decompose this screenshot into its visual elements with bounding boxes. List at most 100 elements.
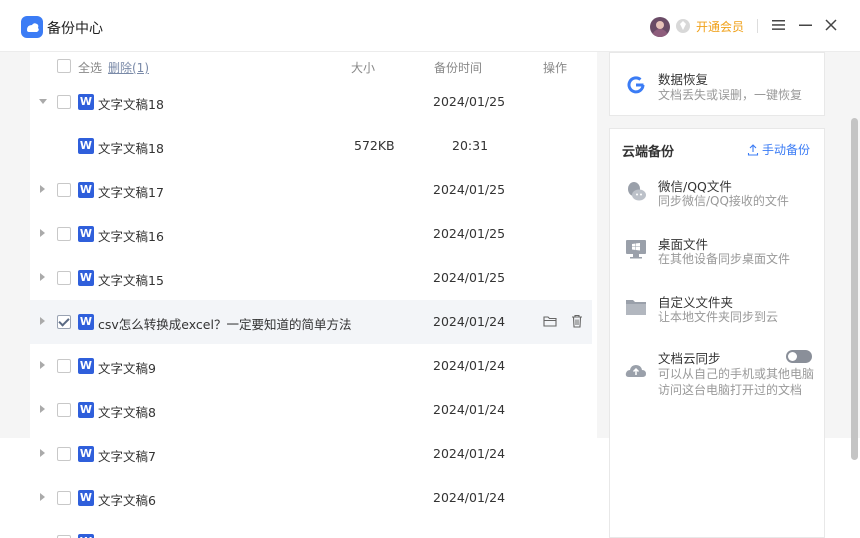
- file-name: 文字文稿15: [98, 273, 164, 288]
- title-bar: 备份中心 开通会员: [0, 0, 860, 52]
- collapse-arrow-icon[interactable]: [39, 99, 47, 104]
- folder-icon: [624, 295, 648, 319]
- file-name: 文字文稿8: [98, 405, 156, 420]
- data-restore-card[interactable]: 数据恢复 文档丢失或误删，一键恢复: [609, 52, 825, 116]
- row-checkbox-checked[interactable]: [57, 315, 71, 329]
- vip-button[interactable]: 开通会员: [696, 18, 744, 35]
- avatar[interactable]: [650, 17, 670, 37]
- file-name: 文字文稿6: [98, 493, 156, 508]
- word-doc-icon: W: [78, 314, 94, 330]
- backup-date: 2024/01/24: [433, 402, 506, 417]
- backup-date: 2024/01/24: [433, 446, 506, 461]
- word-doc-icon: W: [78, 358, 94, 374]
- file-name: 文字文稿16: [98, 229, 164, 244]
- row-checkbox[interactable]: [57, 447, 71, 461]
- backup-time: 20:31: [452, 138, 489, 153]
- word-doc-icon: W: [78, 490, 94, 506]
- table-row[interactable]: W 文字文稿18 572KB 20:31: [30, 124, 592, 168]
- expand-arrow-icon[interactable]: [40, 317, 45, 325]
- backup-date: 2024/01/25: [433, 270, 506, 285]
- doc-cloud-sync-subtitle-line2: 访问这台电脑打开过的文档: [658, 383, 803, 397]
- cloud-backup-title: 云端备份: [622, 145, 675, 160]
- backup-date: 2024/01/25: [433, 226, 506, 241]
- row-checkbox[interactable]: [57, 271, 71, 285]
- time-column-header: 备份时间: [434, 61, 483, 75]
- minimize-icon[interactable]: [797, 16, 815, 34]
- expand-arrow-icon[interactable]: [40, 405, 45, 413]
- select-all-checkbox[interactable]: [57, 59, 71, 73]
- table-row[interactable]: W 文字文稿7 2024/01/24: [30, 432, 592, 476]
- table-row[interactable]: W 文字文稿17 2024/01/25: [30, 168, 592, 212]
- file-name: 文字文稿7: [98, 449, 156, 464]
- word-doc-icon: W: [78, 402, 94, 418]
- open-folder-icon[interactable]: [542, 313, 558, 329]
- backup-date: 2024/01/24: [433, 358, 506, 373]
- cloud-upload-icon: [624, 359, 648, 383]
- manual-backup-label: 手动备份: [762, 143, 811, 157]
- expand-arrow-icon[interactable]: [40, 449, 45, 457]
- size-column-header: 大小: [351, 61, 376, 75]
- word-doc-icon: W: [78, 270, 94, 286]
- backup-date: 2024/01/24: [433, 490, 506, 505]
- manual-backup-button[interactable]: 手动备份: [747, 141, 810, 158]
- backup-file-list: 全选 删除(1) 大小 备份时间 操作 W 文字文稿18 2024/01/25 …: [30, 52, 597, 538]
- list-header: 全选 删除(1) 大小 备份时间 操作: [30, 52, 597, 82]
- app-title: 备份中心: [47, 21, 103, 37]
- word-doc-icon: W: [78, 182, 94, 198]
- expand-arrow-icon[interactable]: [40, 185, 45, 193]
- app-logo-icon: [21, 16, 43, 38]
- doc-cloud-sync-title: 文档云同步: [658, 351, 721, 366]
- cloud-backup-card: 云端备份 手动备份 微信/QQ文件 同步微信/QQ接收的文件 桌面文件 在其他设…: [609, 128, 825, 538]
- expand-arrow-icon[interactable]: [40, 229, 45, 237]
- title-divider: [757, 19, 758, 33]
- file-name: 文字文稿18: [98, 141, 164, 156]
- delete-trash-icon[interactable]: [569, 313, 585, 329]
- table-row[interactable]: W 文字文稿16 2024/01/25: [30, 212, 592, 256]
- table-row-selected[interactable]: W csv怎么转换成excel？一定要知道的简单方法 2024/01/24: [30, 300, 592, 344]
- close-icon[interactable]: [822, 16, 840, 34]
- word-doc-icon: W: [78, 226, 94, 242]
- word-doc-icon: W: [78, 138, 94, 154]
- restore-subtitle: 文档丢失或误删，一键恢复: [658, 88, 803, 102]
- doc-cloud-sync-toggle[interactable]: [786, 350, 812, 363]
- expand-arrow-icon[interactable]: [40, 273, 45, 281]
- file-name: 文字文稿18: [98, 97, 164, 112]
- wechat-qq-subtitle: 同步微信/QQ接收的文件: [658, 194, 789, 208]
- menu-icon[interactable]: [770, 16, 788, 34]
- file-name: csv怎么转换成excel？一定要知道的简单方法: [98, 317, 352, 332]
- desktop-files-subtitle: 在其他设备同步桌面文件: [658, 252, 791, 266]
- row-checkbox[interactable]: [57, 359, 71, 373]
- desktop-icon: [624, 237, 648, 261]
- backup-date: 2024/01/25: [433, 94, 506, 109]
- table-row[interactable]: W 文字文稿6 2024/01/24: [30, 476, 592, 520]
- delete-link[interactable]: 删除(1): [108, 59, 149, 76]
- select-all-label: 全选: [78, 61, 103, 75]
- row-checkbox[interactable]: [57, 491, 71, 505]
- left-margin: [0, 52, 30, 438]
- table-row[interactable]: W: [30, 520, 592, 538]
- upload-icon: [747, 143, 759, 156]
- restore-title: 数据恢复: [658, 72, 709, 87]
- file-name: 文字文稿9: [98, 361, 156, 376]
- scrollbar[interactable]: [851, 118, 858, 460]
- row-checkbox[interactable]: [57, 95, 71, 109]
- word-doc-icon: W: [78, 446, 94, 462]
- custom-folder-subtitle: 让本地文件夹同步到云: [658, 310, 779, 324]
- action-column-header: 操作: [543, 61, 568, 75]
- backup-date: 2024/01/25: [433, 182, 506, 197]
- google-restore-icon: [624, 73, 648, 97]
- wechat-qq-icon: [624, 179, 648, 203]
- doc-cloud-sync-subtitle-line1: 可以从自己的手机或其他电脑: [658, 367, 815, 381]
- table-row[interactable]: W 文字文稿8 2024/01/24: [30, 388, 592, 432]
- row-checkbox[interactable]: [57, 183, 71, 197]
- row-checkbox[interactable]: [57, 227, 71, 241]
- table-row[interactable]: W 文字文稿15 2024/01/25: [30, 256, 592, 300]
- backup-date: 2024/01/24: [433, 314, 506, 329]
- file-name: 文字文稿17: [98, 185, 164, 200]
- expand-arrow-icon[interactable]: [40, 493, 45, 501]
- row-checkbox[interactable]: [57, 403, 71, 417]
- table-row[interactable]: W 文字文稿9 2024/01/24: [30, 344, 592, 388]
- expand-arrow-icon[interactable]: [40, 361, 45, 369]
- table-row[interactable]: W 文字文稿18 2024/01/25: [30, 80, 592, 124]
- word-doc-icon: W: [78, 534, 94, 538]
